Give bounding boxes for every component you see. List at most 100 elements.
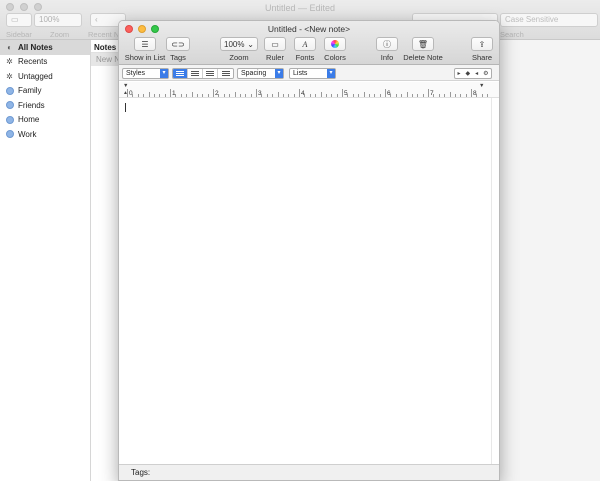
ruler-tick <box>143 94 145 97</box>
right-indent-marker[interactable]: ▼ <box>479 83 484 89</box>
tags-bar[interactable]: Tags: <box>119 464 499 480</box>
delete-note-button[interactable]: 🗑 Delete Note <box>401 37 445 62</box>
zoom-value: 100% <box>224 39 245 49</box>
sidebar-item-label: Untagged <box>18 71 53 81</box>
diamond-icon: ◆ <box>465 71 471 77</box>
notes-list: Notes (1 New N <box>91 40 121 481</box>
align-center-icon <box>191 70 199 77</box>
ruler-tick <box>379 94 381 97</box>
share-label: Share <box>471 53 492 62</box>
note-editor[interactable] <box>119 98 491 466</box>
sidebar-item-friends[interactable]: Friends <box>0 98 90 113</box>
spacing-popup[interactable]: Spacing ▾ <box>237 68 284 79</box>
align-right-button[interactable] <box>218 69 233 78</box>
align-left-button[interactable] <box>173 69 188 78</box>
ruler-tick <box>342 89 343 97</box>
zoom-label: Zoom <box>50 30 70 39</box>
sidebar-item-work[interactable]: Work <box>0 127 90 142</box>
sidebar-toggle-button[interactable]: ▭ <box>6 13 32 27</box>
ruler-tick <box>304 94 306 97</box>
main-zoom-value: 100% <box>39 15 60 24</box>
sidebar-item-label: Family <box>18 86 42 96</box>
sidebar-item-label: Work <box>18 129 37 139</box>
main-window-title: Untitled — Edited <box>264 3 336 13</box>
zoom-select[interactable]: 100% ⌄ Zoom <box>219 37 259 62</box>
align-left-icon <box>176 70 184 77</box>
styles-popup[interactable]: Styles ▾ <box>122 68 169 79</box>
sidebar-item-all-notes[interactable]: ◐ All Notes <box>0 40 90 55</box>
align-justify-icon <box>206 70 214 77</box>
chevron-down-icon: ▾ <box>327 69 335 78</box>
editor-scrollbar[interactable] <box>491 98 499 466</box>
sidebar-label: Sidebar <box>6 30 32 39</box>
ruler-tick <box>487 94 489 97</box>
ruler-tick <box>325 94 327 97</box>
fonts-button[interactable]: A Fonts <box>293 37 317 62</box>
ruler-tick <box>358 94 360 97</box>
ruler-label: Ruler <box>266 53 284 62</box>
tab-stop-controls[interactable]: ▸ ◆ ◂ ⚙ <box>454 68 492 79</box>
ruler-tick <box>315 94 317 97</box>
ruler-tick <box>411 94 413 97</box>
info-icon: ⓘ <box>376 37 398 51</box>
ruler-tick <box>374 94 376 97</box>
ruler-tick <box>234 92 236 97</box>
sidebar-item-untagged[interactable]: ✲ Untagged <box>0 69 90 84</box>
zoom-label: Zoom <box>229 53 249 62</box>
ruler-tick <box>385 89 386 97</box>
share-button[interactable]: ⇪ Share <box>469 37 495 62</box>
ruler-tick <box>180 94 182 97</box>
ruler-tick <box>352 94 354 97</box>
ruler-tick <box>428 89 429 97</box>
align-justify-button[interactable] <box>203 69 218 78</box>
lists-popup[interactable]: Lists ▾ <box>289 68 336 79</box>
info-label: Info <box>380 53 394 62</box>
sidebar-item-label: Friends <box>18 100 45 110</box>
info-button[interactable]: ⓘ Info <box>374 37 400 62</box>
ruler-tick <box>186 94 188 97</box>
tags-field-label: Tags: <box>131 468 151 477</box>
ruler-tick <box>164 94 166 97</box>
ruler-tick <box>336 94 338 97</box>
colors-label: Colors <box>324 53 346 62</box>
tags-button[interactable]: ⊂⊃ Tags <box>165 37 191 62</box>
ruler-tick <box>390 94 392 97</box>
sidebar-item-label: All Notes <box>18 42 53 52</box>
ruler-tick <box>471 89 472 97</box>
show-in-list-button[interactable]: ☰ Show in List <box>125 37 165 62</box>
tag-dot-icon <box>5 130 14 139</box>
sidebar: ◐ All Notes ✲ Recents ✲ Untagged Family … <box>0 40 91 481</box>
list-item[interactable]: New N <box>91 53 120 66</box>
ruler-tick <box>256 89 257 97</box>
show-in-list-label: Show in List <box>124 53 166 62</box>
ruler-tick <box>449 92 451 97</box>
search-placeholder: Case Sensitive <box>505 15 559 24</box>
ruler-tick <box>245 94 247 97</box>
ruler-tick <box>465 94 467 97</box>
ruler-tick <box>159 94 161 97</box>
notes-list-header[interactable]: Notes (1 <box>91 40 120 53</box>
align-center-button[interactable] <box>188 69 203 78</box>
ruler-button[interactable]: ▭ Ruler <box>263 37 287 62</box>
ruler-tick <box>153 94 155 97</box>
ruler-tick <box>282 94 284 97</box>
alignment-group <box>172 68 234 79</box>
delete-note-label: Delete Note <box>403 53 443 62</box>
ruler-tick <box>132 94 134 97</box>
sidebar-item-label: Home <box>18 115 40 125</box>
main-zoom-select[interactable]: 100% <box>34 13 82 27</box>
colors-button[interactable]: Colors <box>322 37 348 62</box>
lists-label: Lists <box>293 70 308 77</box>
ruler[interactable]: ▼ ▲ ▼ 012345678 <box>119 82 499 98</box>
tag-dot-icon <box>5 115 14 124</box>
ruler-tick <box>460 94 462 97</box>
ruler-tick <box>213 89 214 97</box>
search-label: Search <box>500 30 524 39</box>
ruler-tick <box>261 94 263 97</box>
ruler-tick <box>266 94 268 97</box>
main-search-input[interactable]: Case Sensitive <box>500 13 598 27</box>
sidebar-item-recents[interactable]: ✲ Recents <box>0 55 90 70</box>
sidebar-item-family[interactable]: Family <box>0 84 90 99</box>
chevron-down-icon: ⌄ <box>247 39 254 49</box>
sidebar-item-home[interactable]: Home <box>0 113 90 128</box>
